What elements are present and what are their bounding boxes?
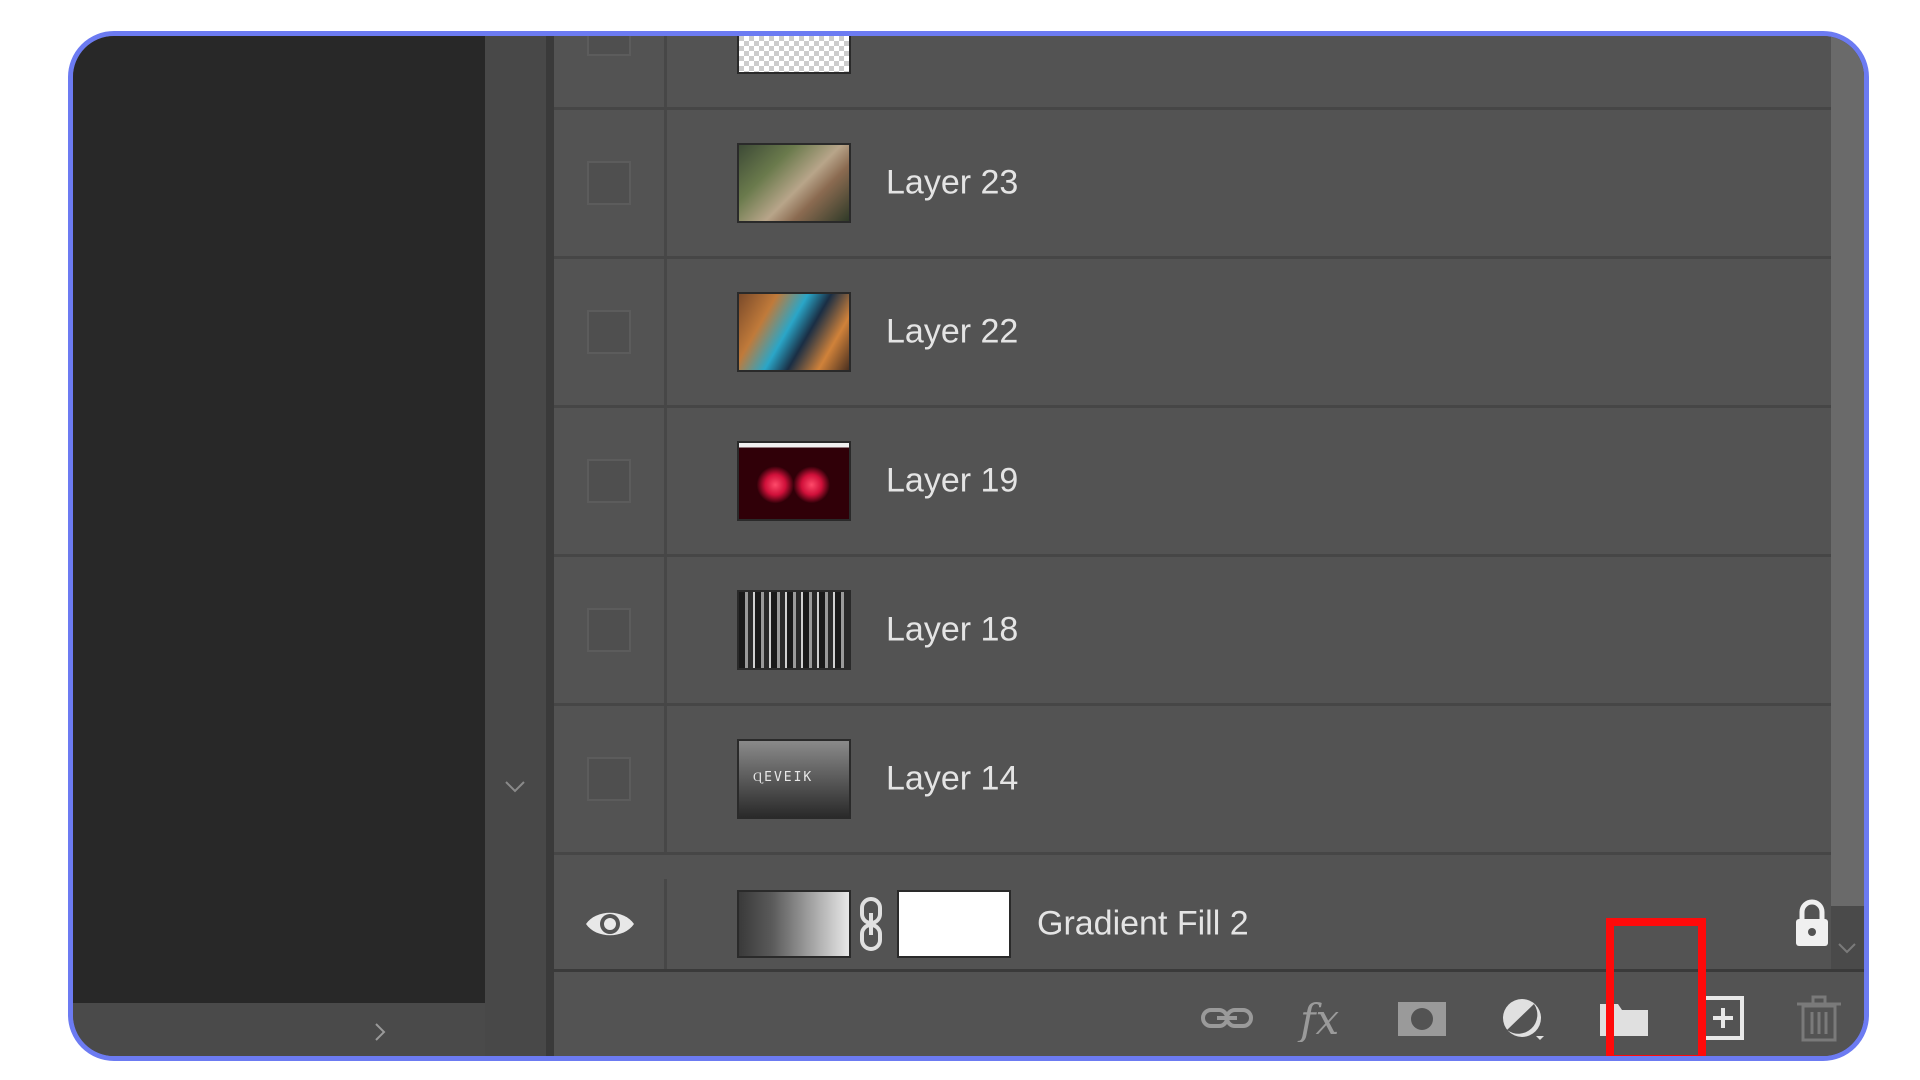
layer-row[interactable]: Layer 23 — [554, 110, 1831, 259]
scrollbar-thumb[interactable] — [1831, 36, 1864, 906]
layer-row[interactable]: Layer 19 — [554, 408, 1831, 557]
layer-thumbnail: ɊEVEIK — [737, 739, 851, 819]
layer-name[interactable]: Layer 23 — [886, 164, 1018, 203]
eye-icon[interactable] — [584, 906, 636, 942]
layer-thumbnail — [737, 441, 851, 521]
layer-thumbnail — [737, 590, 851, 670]
chain-link-icon[interactable] — [856, 893, 886, 955]
visibility-cell[interactable] — [554, 36, 667, 107]
layer-name[interactable]: Layer 19 — [886, 462, 1018, 501]
visibility-toggle[interactable] — [587, 310, 631, 354]
adjustment-layer-icon[interactable] — [1496, 994, 1552, 1042]
layer-name[interactable]: Layer 14 — [886, 760, 1018, 799]
visibility-cell[interactable] — [554, 706, 667, 852]
layer-row[interactable]: ɊEVEIK Layer 14 — [554, 706, 1831, 855]
link-layers-icon[interactable] — [1199, 994, 1255, 1042]
layer-thumbnail — [737, 143, 851, 223]
visibility-toggle[interactable] — [587, 36, 631, 56]
app-window: Layer 23 Layer 22 Layer 19 Layer 18 ɊEVE… — [68, 31, 1869, 1061]
visibility-toggle[interactable] — [587, 161, 631, 205]
layer-row[interactable]: Layer 22 — [554, 259, 1831, 408]
panel-divider[interactable] — [546, 36, 554, 1056]
chevron-down-icon[interactable] — [1835, 936, 1859, 960]
visibility-toggle[interactable] — [587, 757, 631, 801]
visibility-cell[interactable] — [554, 259, 667, 405]
canvas-bottom-bar — [73, 1003, 485, 1056]
chevron-right-icon[interactable] — [369, 1021, 391, 1043]
layer-name[interactable]: Layer 22 — [886, 313, 1018, 352]
panel-collapse-strip — [485, 36, 546, 1056]
visibility-toggle[interactable] — [587, 608, 631, 652]
gradient-thumbnail[interactable] — [737, 890, 851, 958]
visibility-cell[interactable] — [554, 408, 667, 554]
highlight-box — [1606, 918, 1706, 1056]
visibility-cell[interactable] — [554, 110, 667, 256]
lock-icon — [1796, 899, 1828, 946]
svg-text:fx: fx — [1297, 995, 1340, 1042]
visibility-toggle[interactable] — [587, 459, 631, 503]
add-mask-icon[interactable] — [1394, 994, 1450, 1042]
visibility-cell[interactable] — [554, 557, 667, 703]
layer-thumbnail — [737, 292, 851, 372]
layer-mask-thumbnail[interactable] — [897, 890, 1011, 958]
trash-icon[interactable] — [1791, 994, 1847, 1042]
visibility-cell[interactable] — [554, 879, 667, 969]
layers-list: Layer 23 Layer 22 Layer 19 Layer 18 ɊEVE… — [554, 36, 1831, 969]
fx-icon[interactable]: fx — [1294, 994, 1350, 1042]
layer-name[interactable]: Layer 18 — [886, 611, 1018, 650]
canvas-area — [73, 36, 485, 1003]
layer-row[interactable]: Layer 18 — [554, 557, 1831, 706]
thumbnail-text: ɊEVEIK — [753, 770, 814, 785]
layer-name[interactable]: Gradient Fill 2 — [1037, 905, 1249, 944]
chevron-down-icon[interactable] — [502, 774, 528, 800]
layer-row-partial[interactable] — [554, 36, 1831, 110]
layer-thumbnail — [737, 36, 851, 74]
